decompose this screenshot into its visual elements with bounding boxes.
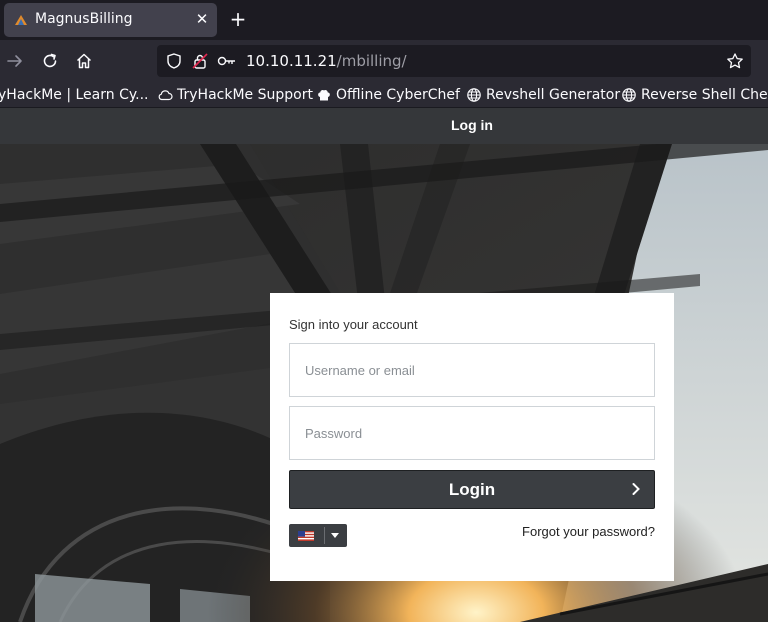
reload-icon[interactable] [39, 50, 61, 72]
username-input[interactable] [289, 343, 655, 397]
key-icon[interactable] [217, 53, 237, 69]
browser-tab[interactable]: MagnusBilling ✕ [4, 3, 217, 37]
bookmarks-toolbar: yHackMe | Learn Cy... TryHackMe Support … [0, 82, 768, 108]
magnusbilling-favicon-icon [15, 15, 27, 25]
url-host: 10.10.11.21 [246, 52, 337, 70]
login-button-label: Login [448, 480, 496, 499]
browser-navigation-bar: 10.10.11.21/mbilling/ [0, 40, 768, 82]
new-tab-icon[interactable]: + [228, 7, 248, 31]
page-header-bar: Log in [0, 108, 768, 144]
insecure-lock-icon[interactable] [191, 53, 209, 69]
tracking-shield-icon[interactable] [165, 53, 183, 69]
cloud-icon [158, 90, 173, 101]
login-button[interactable]: Login [289, 470, 655, 509]
us-flag-icon [298, 531, 314, 541]
bookmark-item[interactable]: TryHackMe Support [157, 85, 313, 105]
globe-icon [622, 88, 636, 102]
bookmark-label: TryHackMe Support [177, 87, 313, 103]
url-text[interactable]: 10.10.11.21/mbilling/ [246, 52, 407, 70]
bookmark-item[interactable]: Reverse Shell Cheat [621, 85, 768, 105]
language-select-divider [324, 527, 325, 544]
login-card: Sign into your account Login Forgot your… [270, 293, 674, 581]
tab-title: MagnusBilling [35, 11, 133, 27]
forgot-password-link[interactable]: Forgot your password? [522, 524, 655, 539]
home-icon[interactable] [73, 50, 95, 72]
bookmark-item[interactable]: Revshell Generator [466, 85, 620, 105]
bookmark-item[interactable]: Offline CyberChef [316, 85, 460, 105]
login-heading: Sign into your account [289, 317, 418, 332]
bookmark-label: yHackMe | Learn Cy... [0, 87, 149, 103]
chevron-right-icon [632, 483, 640, 495]
bookmark-star-icon[interactable] [726, 53, 744, 69]
tab-close-icon[interactable]: ✕ [194, 10, 210, 28]
bookmark-label: Revshell Generator [486, 87, 621, 103]
password-input[interactable] [289, 406, 655, 460]
bookmark-label: Reverse Shell Cheat [641, 87, 768, 103]
address-bar[interactable]: 10.10.11.21/mbilling/ [157, 45, 751, 77]
language-select[interactable] [289, 524, 347, 547]
page-title: Log in [451, 117, 493, 133]
browser-tab-strip: MagnusBilling ✕ + [0, 0, 768, 40]
url-path: /mbilling/ [336, 52, 407, 70]
bookmark-item[interactable]: yHackMe | Learn Cy... [0, 85, 149, 105]
bookmark-label: Offline CyberChef [336, 87, 460, 103]
forward-arrow-icon[interactable] [4, 50, 26, 72]
caret-down-icon [331, 533, 339, 538]
chef-hat-icon [318, 90, 330, 101]
globe-icon [467, 88, 481, 102]
